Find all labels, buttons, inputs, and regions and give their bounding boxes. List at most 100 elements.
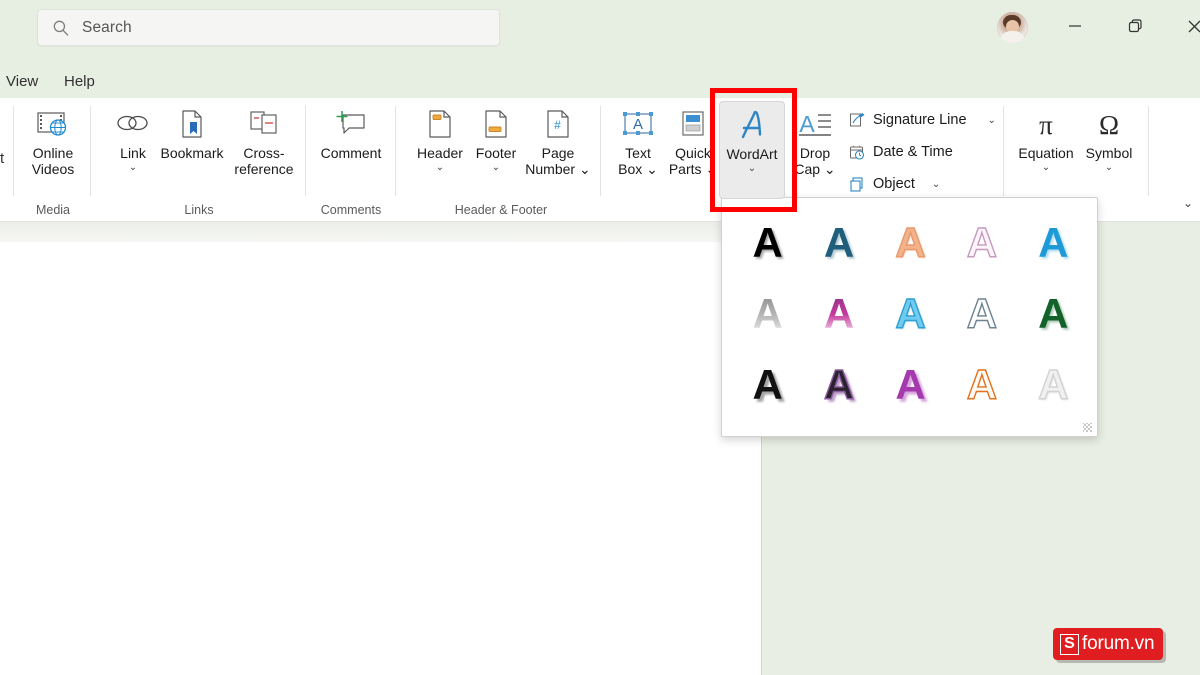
wordart-style-11[interactable]: A xyxy=(732,349,803,420)
wordart-style-10[interactable]: A xyxy=(1018,279,1089,350)
ribbon-collapse-caret[interactable]: ⌄ xyxy=(1183,196,1193,210)
wordart-style-glyph: A xyxy=(895,360,926,408)
wordart-style-grid: AAAAAAAAAAAAAAA xyxy=(732,208,1089,420)
minimize-button[interactable] xyxy=(1053,10,1097,42)
cross-reference-label-line2: reference xyxy=(234,161,294,177)
chevron-down-icon: ⌄ xyxy=(435,162,445,173)
search-input[interactable]: Search xyxy=(37,9,500,46)
wordart-style-9[interactable]: A xyxy=(946,279,1017,350)
object-icon xyxy=(848,175,866,193)
wordart-gallery-dropdown[interactable]: AAAAAAAAAAAAAAA xyxy=(721,197,1098,437)
quick-parts-icon xyxy=(678,106,708,142)
new-comment-icon xyxy=(334,106,368,142)
cross-reference-label-line1: Cross- xyxy=(243,145,285,161)
ribbon-button-drop-cap[interactable]: A Drop Cap ⌄ xyxy=(787,101,843,199)
tab-view[interactable]: View xyxy=(0,69,44,93)
search-placeholder: Search xyxy=(82,18,132,36)
wordart-style-4[interactable]: A xyxy=(946,208,1017,279)
tab-help[interactable]: Help xyxy=(58,69,101,93)
chevron-down-icon: ⌄ xyxy=(128,162,138,173)
wordart-style-6[interactable]: A xyxy=(732,279,803,350)
wordart-label: WordArt xyxy=(726,146,778,162)
ribbon-button-signature-line[interactable]: Signature Line ⌄ xyxy=(845,107,999,133)
tab-view-label: View xyxy=(6,72,39,90)
wordart-style-8[interactable]: A xyxy=(875,279,946,350)
date-time-label: Date & Time xyxy=(873,144,953,160)
group-separator xyxy=(1003,106,1004,196)
drop-cap-label-line1: Drop xyxy=(799,145,831,161)
title-bar: Search xyxy=(0,0,1200,62)
equation-label: Equation xyxy=(1018,145,1074,161)
wordart-style-12[interactable]: A xyxy=(803,349,874,420)
link-label: Link xyxy=(120,145,146,161)
restore-button[interactable] xyxy=(1113,10,1157,42)
group-separator xyxy=(600,106,601,196)
word-window: Search View Help t Online Videos Media L… xyxy=(0,0,1200,675)
wordart-style-14[interactable]: A xyxy=(946,349,1017,420)
wordart-style-1[interactable]: A xyxy=(732,208,803,279)
chevron-down-icon: ⌄ xyxy=(931,178,941,190)
wordart-style-5[interactable]: A xyxy=(1018,208,1089,279)
wordart-style-15[interactable]: A xyxy=(1018,349,1089,420)
tab-help-label: Help xyxy=(64,72,95,90)
wordart-style-glyph: A xyxy=(966,219,998,267)
footer-icon xyxy=(482,106,510,142)
wordart-style-glyph: A xyxy=(752,289,783,337)
close-button[interactable] xyxy=(1172,10,1200,42)
online-videos-label-line1: Online xyxy=(32,145,74,161)
minimize-icon xyxy=(1068,19,1082,33)
ribbon-button-quick-parts[interactable]: Quick Parts ⌄ xyxy=(664,101,722,199)
group-separator xyxy=(395,106,396,196)
svg-text:A: A xyxy=(799,111,815,137)
ribbon-tab-strip: View Help Comments Editing ⌄ xyxy=(0,62,1200,156)
page-number-icon: # xyxy=(544,106,572,142)
ribbon-button-page-number[interactable]: # Page Number ⌄ xyxy=(517,101,599,199)
ribbon-button-online-videos[interactable]: Online Videos xyxy=(16,101,90,199)
group-separator xyxy=(1148,106,1149,196)
document-page[interactable] xyxy=(0,222,762,675)
gallery-resize-grip[interactable] xyxy=(1083,423,1092,432)
quick-parts-label-line1: Quick xyxy=(675,145,711,161)
wordart-style-glyph: A xyxy=(895,289,927,337)
ribbon-button-date-and-time[interactable]: Date & Time xyxy=(845,139,956,165)
object-label: Object xyxy=(873,176,915,192)
header-icon xyxy=(426,106,454,142)
ribbon-button-equation[interactable]: π Equation ⌄ xyxy=(1012,101,1080,199)
page-number-label-line1: Page xyxy=(541,145,575,161)
signature-line-label: Signature Line xyxy=(873,112,967,128)
omega-icon: Ω xyxy=(1092,106,1126,142)
svg-text:#: # xyxy=(554,118,561,132)
drop-cap-icon: A xyxy=(796,106,834,142)
avatar[interactable] xyxy=(997,12,1028,43)
wordart-style-2[interactable]: A xyxy=(803,208,874,279)
bookmark-label: Bookmark xyxy=(160,145,224,161)
symbol-label: Symbol xyxy=(1085,145,1133,161)
wordart-style-3[interactable]: A xyxy=(875,208,946,279)
group-separator xyxy=(13,106,14,196)
chevron-down-icon: ⌄ xyxy=(1183,196,1194,210)
wordart-style-glyph: A xyxy=(1037,360,1069,408)
drop-cap-label-line2: Cap ⌄ xyxy=(794,161,836,177)
quick-parts-label-line2: Parts ⌄ xyxy=(668,161,718,177)
ribbon-button-comment[interactable]: Comment xyxy=(313,101,389,199)
ribbon-button-text-box[interactable]: A Text Box ⌄ xyxy=(608,101,668,199)
ribbon-button-symbol[interactable]: Ω Symbol ⌄ xyxy=(1077,101,1141,199)
watermark-logo-mark: S xyxy=(1060,633,1079,655)
wordart-style-glyph: A xyxy=(966,360,998,408)
pi-icon: π xyxy=(1029,106,1063,142)
wordart-style-glyph: A xyxy=(752,360,783,408)
comment-label: Comment xyxy=(320,145,382,161)
wordart-style-7[interactable]: A xyxy=(803,279,874,350)
ribbon-button-cross-reference[interactable]: Cross- reference xyxy=(226,101,302,199)
wordart-style-glyph: A xyxy=(895,219,927,267)
wordart-style-13[interactable]: A xyxy=(875,349,946,420)
footer-label: Footer xyxy=(475,145,517,161)
ribbon-button-bookmark[interactable]: Bookmark xyxy=(154,101,230,199)
ribbon-button-wordart[interactable]: WordArt ⌄ xyxy=(719,101,785,199)
restore-icon xyxy=(1128,18,1143,34)
online-videos-label-line2: Videos xyxy=(31,161,75,177)
watermark-badge: S forum.vn xyxy=(1053,628,1164,660)
search-icon xyxy=(52,19,70,37)
ribbon-button-object[interactable]: Object ⌄ xyxy=(845,171,943,197)
watermark-text: forum.vn xyxy=(1082,633,1155,654)
